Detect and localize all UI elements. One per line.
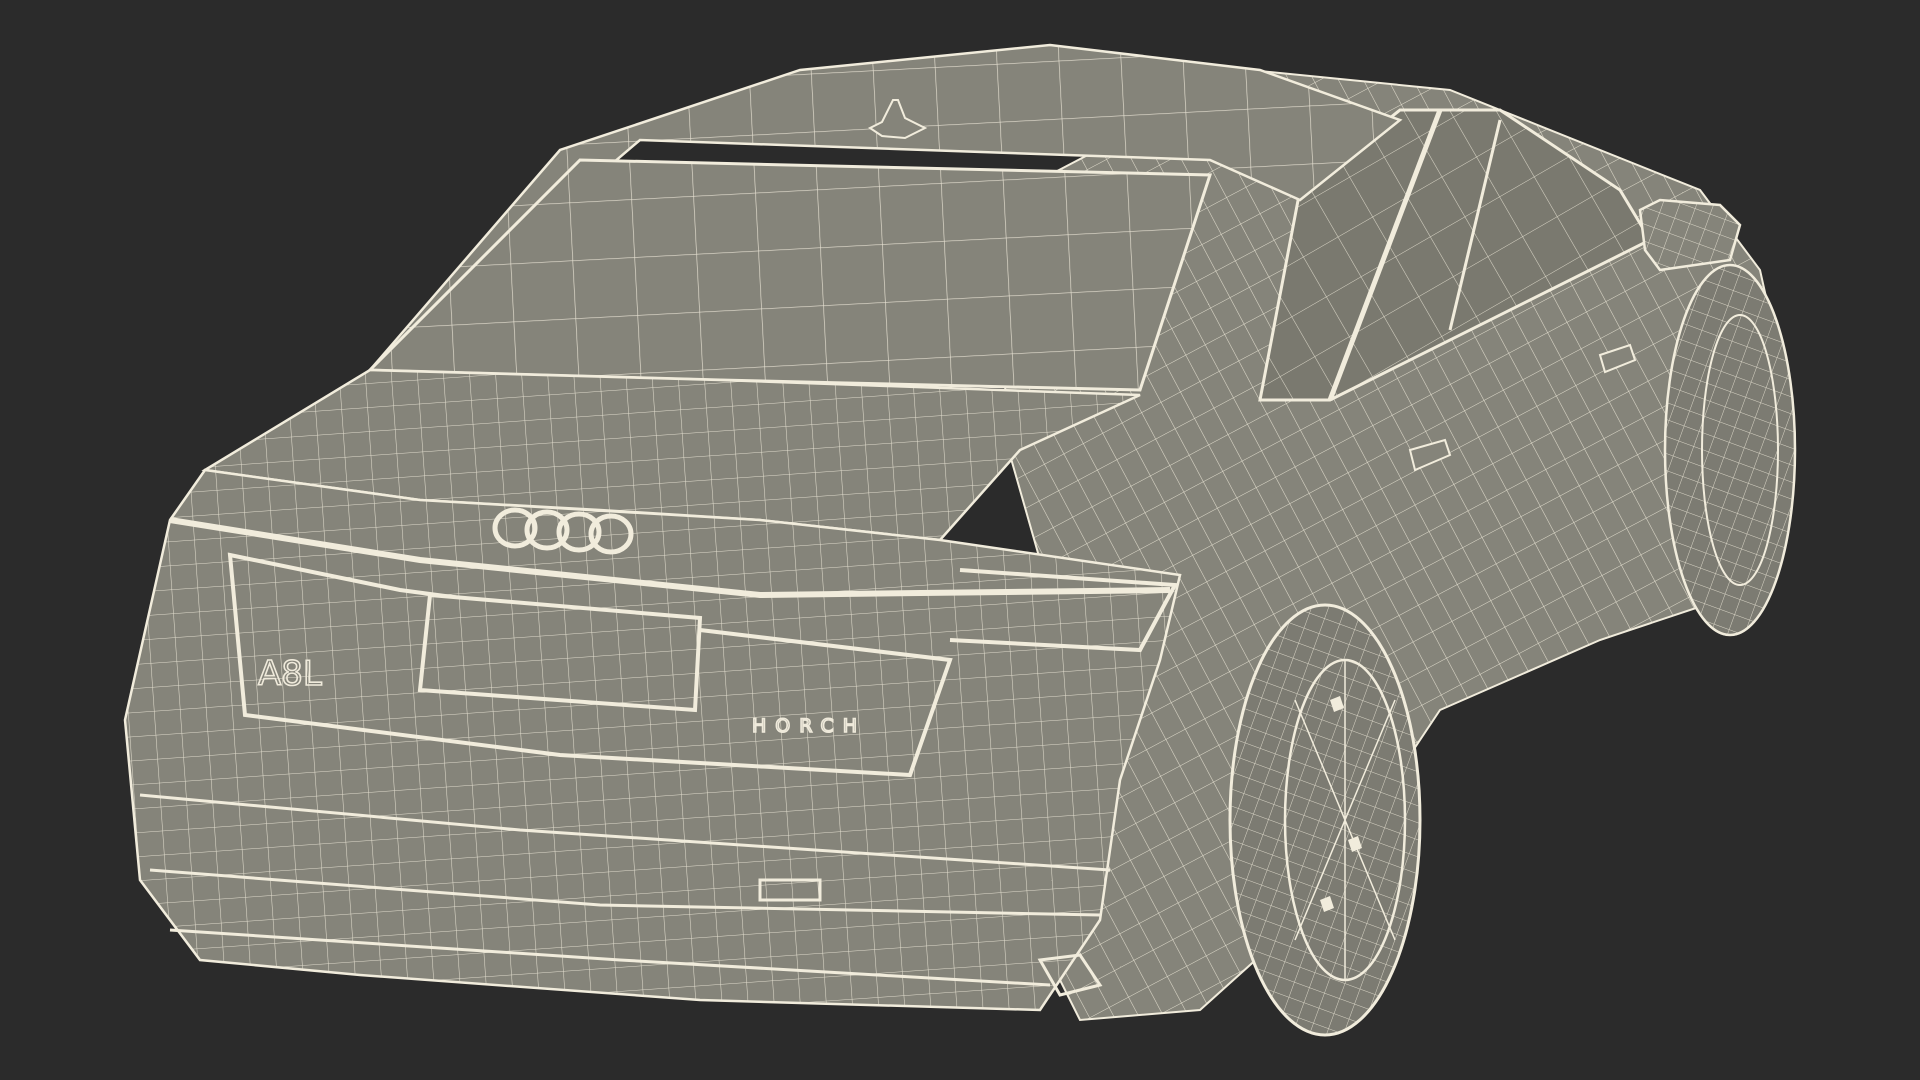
side-mirror: [1638, 198, 1742, 272]
render-viewport: A8L HORCH: [0, 0, 1920, 1080]
car-wireframe-render: A8L HORCH: [123, 43, 1797, 1037]
model-badge: A8L: [258, 654, 322, 694]
rear-wheel-near: [1228, 603, 1422, 1037]
rear-wheel-far: [1663, 263, 1797, 637]
sub-brand-badge: HORCH: [752, 715, 866, 737]
rear-window-glass: [366, 158, 1213, 392]
rear-fascia: [123, 468, 1182, 1012]
